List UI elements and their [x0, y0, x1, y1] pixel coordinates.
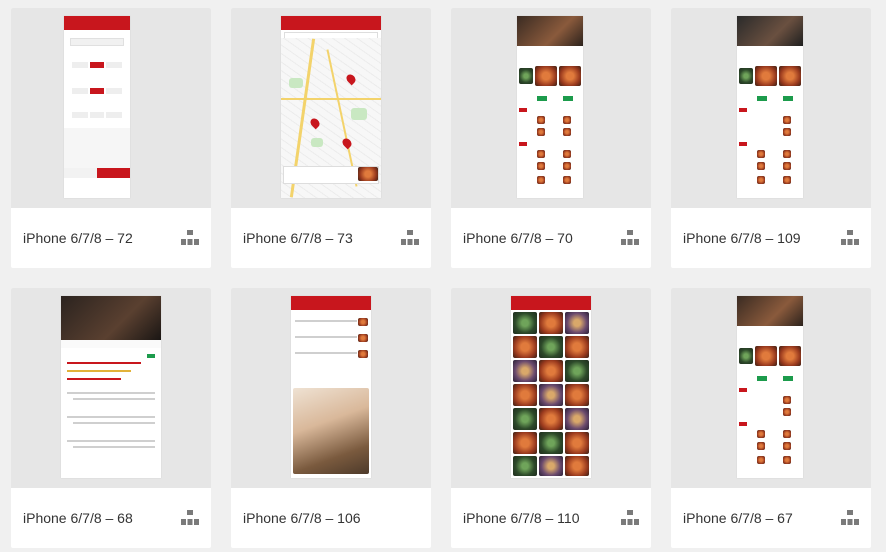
- filter-screen-preview: [64, 16, 130, 198]
- artboard-card[interactable]: iPhone 6/7/8 – 70: [451, 8, 651, 268]
- flow-icon[interactable]: [621, 230, 639, 246]
- artboard-thumbnail[interactable]: [231, 288, 431, 488]
- artboard-label: iPhone 6/7/8 – 73: [243, 230, 353, 246]
- flow-icon[interactable]: [621, 510, 639, 526]
- menu-screen-preview: [737, 296, 803, 478]
- reviews-screen-preview: [61, 296, 161, 478]
- artboard-card[interactable]: iPhone 6/7/8 – 109: [671, 8, 871, 268]
- flow-icon[interactable]: [841, 510, 859, 526]
- artboard-thumbnail[interactable]: [451, 8, 651, 208]
- map-screen-preview: [281, 16, 381, 198]
- artboard-label: iPhone 6/7/8 – 67: [683, 510, 793, 526]
- flow-icon[interactable]: [181, 230, 199, 246]
- menu-screen-preview: [737, 16, 803, 198]
- flow-icon[interactable]: [181, 510, 199, 526]
- artboard-label: iPhone 6/7/8 – 106: [243, 510, 361, 526]
- artboard-thumbnail[interactable]: [11, 8, 211, 208]
- menu-screen-preview: [517, 16, 583, 198]
- artboard-card[interactable]: iPhone 6/7/8 – 67: [671, 288, 871, 548]
- artboard-card[interactable]: iPhone 6/7/8 – 110: [451, 288, 651, 548]
- artboard-label: iPhone 6/7/8 – 72: [23, 230, 133, 246]
- artboard-thumbnail[interactable]: [671, 288, 871, 488]
- list-photo-preview: [291, 296, 371, 478]
- artboard-label: iPhone 6/7/8 – 68: [23, 510, 133, 526]
- artboard-thumbnail[interactable]: [671, 8, 871, 208]
- artboard-label: iPhone 6/7/8 – 109: [683, 230, 801, 246]
- artboard-label: iPhone 6/7/8 – 70: [463, 230, 573, 246]
- artboard-card[interactable]: iPhone 6/7/8 – 106: [231, 288, 431, 548]
- flow-icon[interactable]: [841, 230, 859, 246]
- gallery-screen-preview: [511, 296, 591, 478]
- artboard-card[interactable]: iPhone 6/7/8 – 72: [11, 8, 211, 268]
- artboard-thumbnail[interactable]: [451, 288, 651, 488]
- flow-icon[interactable]: [401, 230, 419, 246]
- artboard-thumbnail[interactable]: [11, 288, 211, 488]
- artboard-card[interactable]: iPhone 6/7/8 – 68: [11, 288, 211, 548]
- artboard-label: iPhone 6/7/8 – 110: [463, 510, 580, 526]
- artboard-grid: iPhone 6/7/8 – 72 iPhone 6/7/8 – 73 iPho…: [11, 8, 871, 548]
- artboard-card[interactable]: iPhone 6/7/8 – 73: [231, 8, 431, 268]
- artboard-thumbnail[interactable]: [231, 8, 431, 208]
